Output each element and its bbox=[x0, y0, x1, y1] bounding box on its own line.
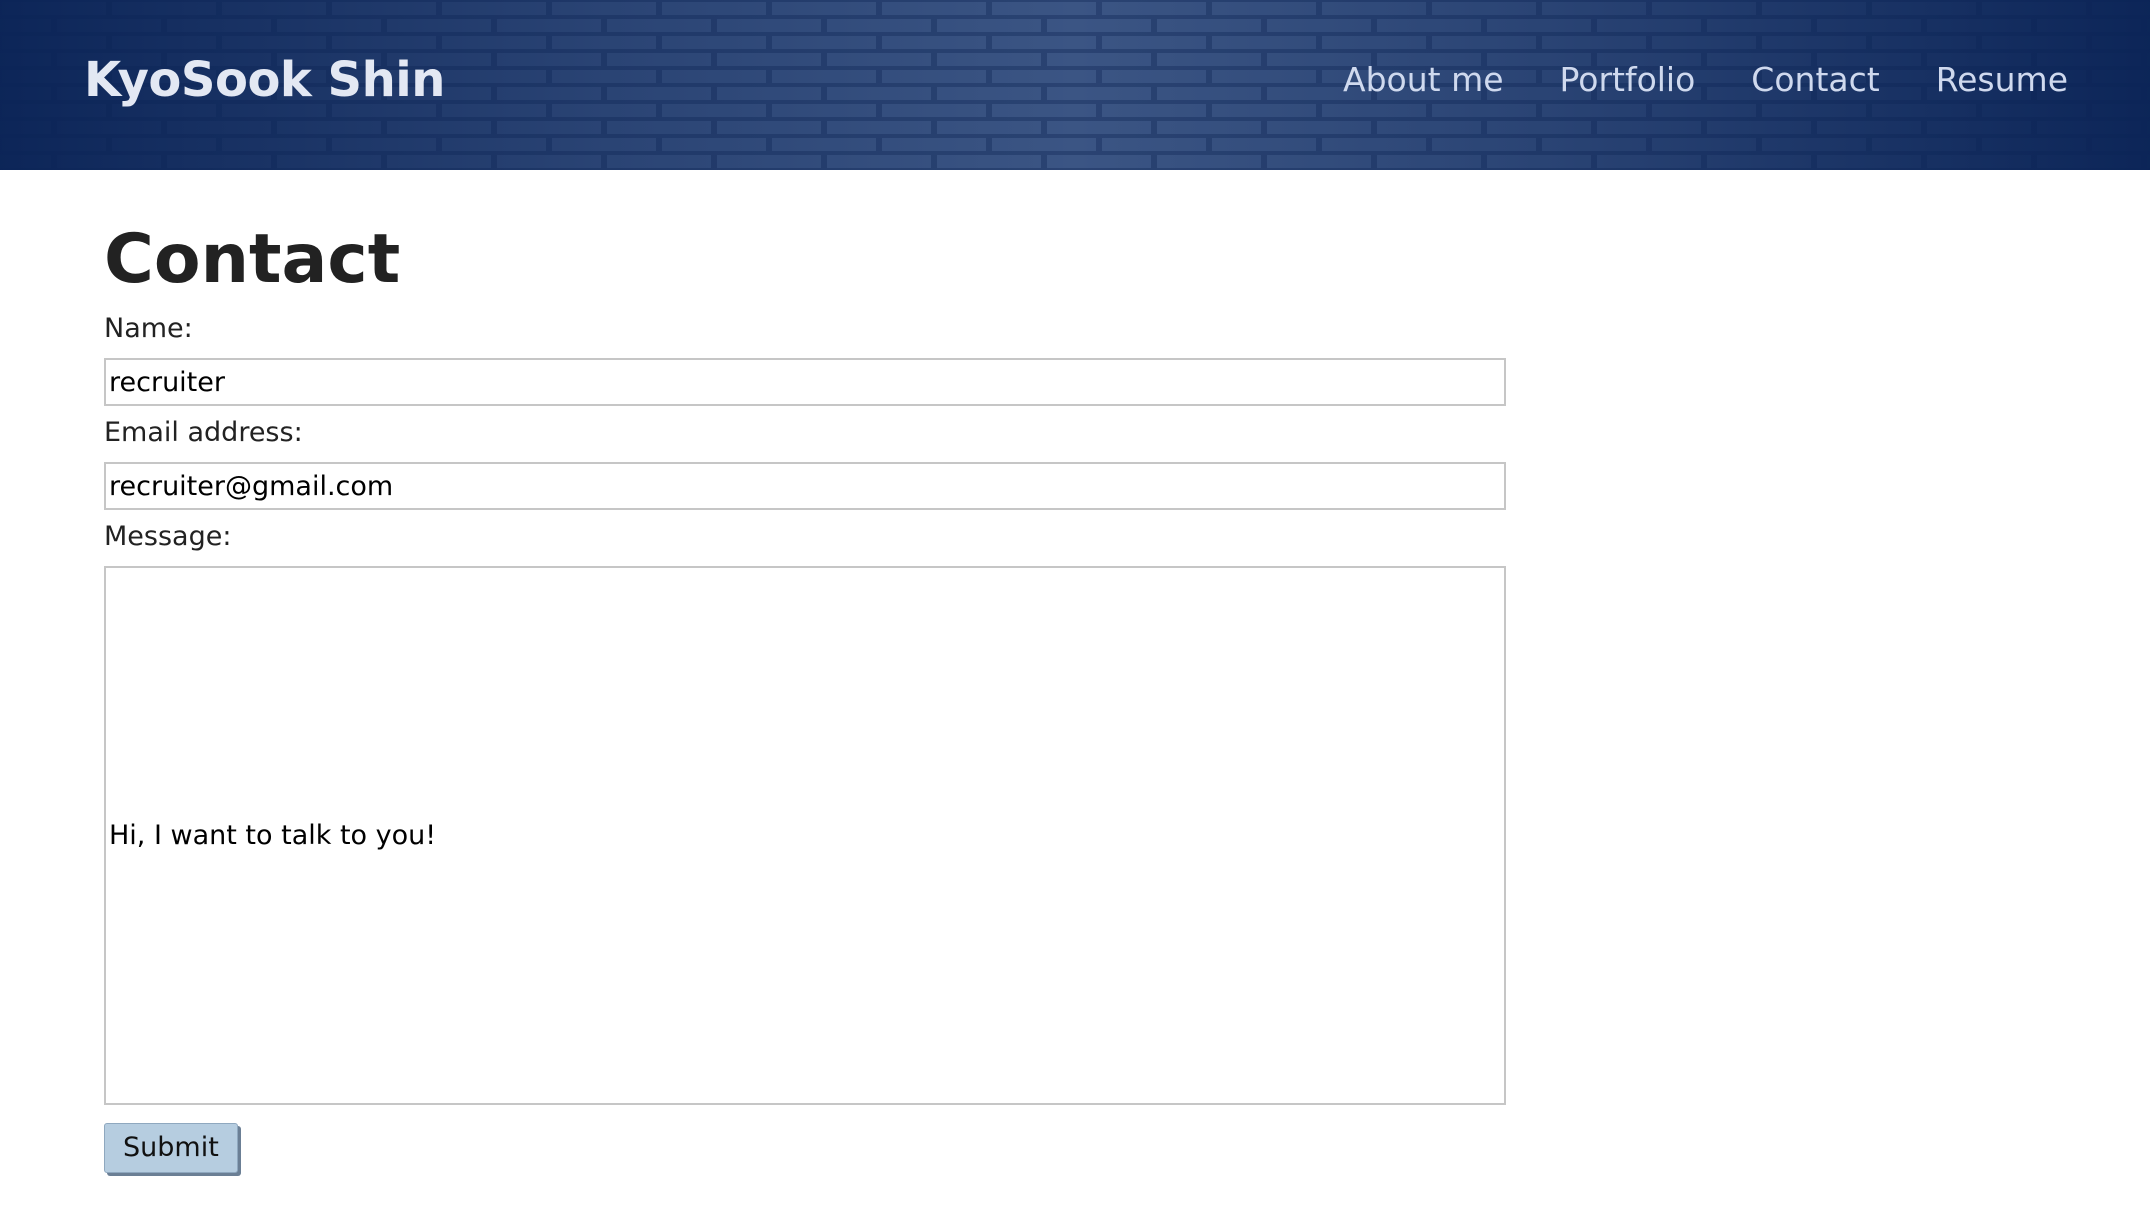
name-input[interactable] bbox=[104, 358, 1506, 406]
email-input[interactable] bbox=[104, 462, 1506, 510]
nav-resume[interactable]: Resume bbox=[1936, 60, 2068, 99]
main-nav: About me Portfolio Contact Resume bbox=[1343, 60, 2068, 99]
message-text: Hi, I want to talk to you! bbox=[109, 820, 437, 851]
page-title: Contact bbox=[104, 220, 401, 299]
nav-contact[interactable]: Contact bbox=[1751, 60, 1879, 99]
email-label: Email address: bbox=[104, 417, 303, 448]
contact-section: Contact Name: Email address: Message: Hi… bbox=[104, 220, 1508, 1173]
contact-form: Name: Email address: Message: Hi, I want… bbox=[104, 310, 1508, 1173]
nav-about-me[interactable]: About me bbox=[1343, 60, 1504, 99]
name-label: Name: bbox=[104, 313, 193, 344]
site-brand[interactable]: KyoSook Shin bbox=[84, 52, 445, 108]
message-label: Message: bbox=[104, 521, 232, 552]
nav-portfolio[interactable]: Portfolio bbox=[1560, 60, 1696, 99]
site-header: KyoSook Shin About me Portfolio Contact … bbox=[0, 0, 2150, 170]
message-textarea[interactable]: Hi, I want to talk to you! bbox=[104, 566, 1506, 1105]
submit-button[interactable]: Submit bbox=[104, 1123, 238, 1173]
